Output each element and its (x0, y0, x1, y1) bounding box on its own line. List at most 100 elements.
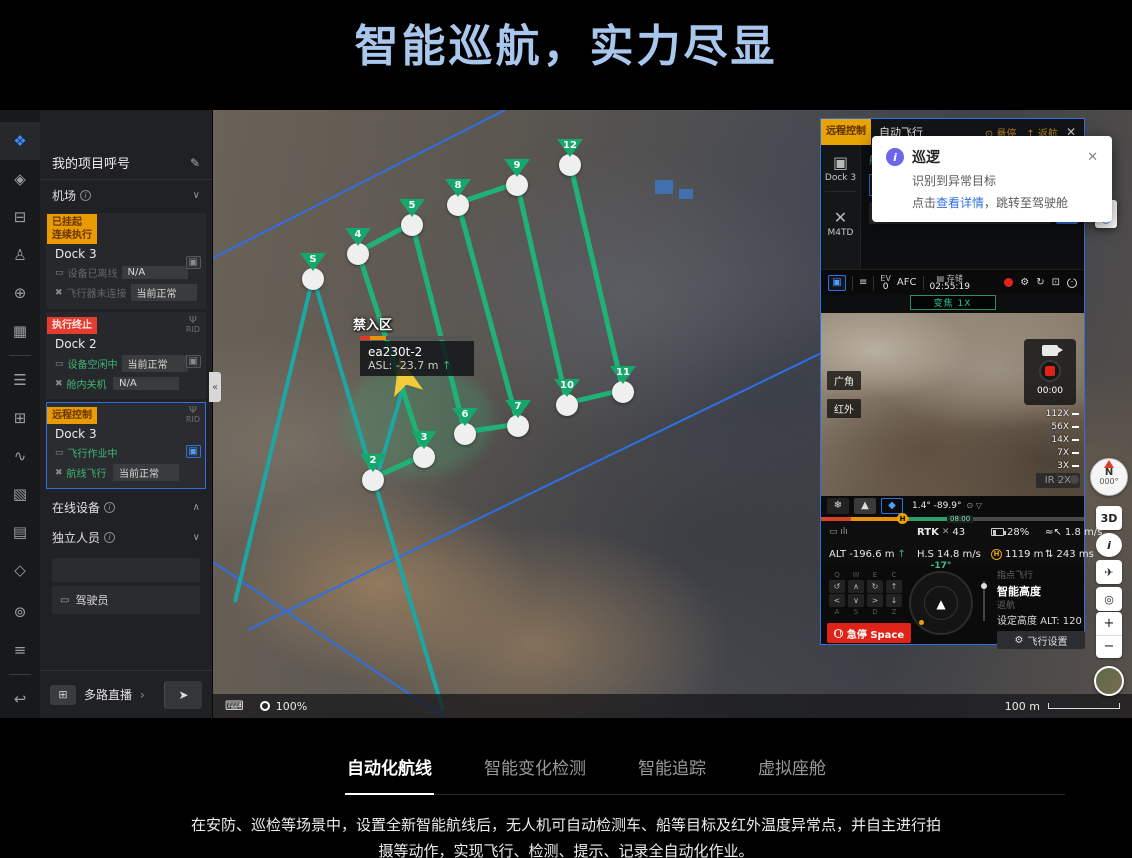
panel-collapse-handle[interactable]: « (209, 372, 221, 402)
map-layer-toggle[interactable] (1094, 666, 1124, 696)
ev-indicator[interactable]: EV 0 (880, 274, 891, 292)
aircraft-device-item[interactable]: ✕ M4TD (821, 200, 860, 238)
zoom-level-3X[interactable]: 3X (1046, 461, 1079, 471)
exit-icon[interactable]: ↩ (0, 680, 40, 718)
monitor-icon: ▭ (55, 448, 64, 458)
section-online-devices[interactable]: 在线设备 i ∧ (40, 492, 212, 522)
payload-icon[interactable]: ⊕ (0, 274, 40, 312)
home-dot (919, 620, 924, 625)
keyboard-icon[interactable]: ⌨ (225, 699, 244, 714)
view-details-link[interactable]: 查看详情 (936, 196, 984, 210)
multicast-label[interactable]: 多路直播 (84, 686, 132, 703)
battery-icon (991, 528, 1004, 536)
status-badge: 远程控制 (47, 407, 97, 424)
rtk-indicator: RTK✕43 (917, 527, 991, 538)
zoom-in-button[interactable]: + (1096, 612, 1122, 636)
mode-smart-height[interactable]: 智能高度 (997, 584, 1084, 599)
pilot-item[interactable]: ▭ 驾驶员 (52, 586, 200, 614)
record-icon[interactable] (1004, 278, 1013, 287)
aircraft-icon[interactable]: ◈ (0, 160, 40, 198)
site-icon[interactable]: ▦ (0, 312, 40, 350)
camera-zoom-button[interactable]: 变焦 1X (910, 295, 996, 310)
drone-tooltip: ea230t-2 ASL: -23.7 m ↑ (360, 341, 474, 376)
gimbal-slider[interactable] (983, 581, 985, 621)
scene-mode-icon[interactable]: ▲ (854, 498, 876, 514)
dock-card-3[interactable]: 远程控制 ΨRID Dock 3 ▭ 飞行作业中 ✖ 航线飞行 当前正常 ▣ (46, 402, 206, 489)
zoom-level-7X[interactable]: 7X (1046, 448, 1079, 458)
record-stop-button[interactable] (1039, 360, 1061, 382)
info-icon: i (80, 190, 91, 201)
pilot-icon[interactable]: ♙ (0, 236, 40, 274)
control-key[interactable]: ↑ (886, 580, 902, 593)
device-log-icon[interactable]: ≡ (0, 631, 40, 669)
map-zoom-indicator[interactable]: 100% (260, 700, 307, 713)
pause-icon: ❙❙ (834, 629, 843, 638)
emergency-stop-button[interactable]: ❙❙ 急停 Space (827, 623, 911, 643)
zoom-level-14X[interactable]: 14X (1046, 435, 1079, 445)
section-airport[interactable]: 机场 i ∨ (40, 180, 212, 210)
infrared-tab[interactable]: 红外 (827, 399, 861, 418)
camera-feed[interactable]: 广角 红外 00:00 112X56X14X7X3X1X IR 2X (821, 313, 1084, 496)
control-key[interactable]: ↓ (886, 594, 902, 607)
afc-indicator[interactable]: AFC (897, 277, 917, 288)
edit-icon[interactable]: ✎ (190, 156, 200, 170)
chevron-right-icon[interactable]: › (140, 688, 145, 702)
dock-icon[interactable]: ⊟ (0, 198, 40, 236)
zoom-level-56X[interactable]: 56X (1046, 422, 1079, 432)
zoom-level-112X[interactable]: 112X (1046, 409, 1079, 419)
map-locate-button[interactable]: ◎ (1096, 587, 1122, 611)
gear-icon[interactable]: ⚙ (1020, 277, 1029, 288)
task-plan-icon[interactable]: ☰ (0, 361, 40, 399)
wide-angle-tab[interactable]: 广角 (827, 371, 861, 390)
tab-智能变化检测[interactable]: 智能变化检测 (482, 748, 588, 794)
dock-card-2[interactable]: 执行终止 ΨRID Dock 2 ▭ 设备空闲中 当前正常 ✖ 舱内关机 N/A… (46, 312, 206, 399)
defog-icon[interactable]: ❄ (827, 498, 849, 514)
section-personnel[interactable]: 独立人员 i ∨ (40, 522, 212, 552)
focus-icon[interactable]: ◆ (881, 498, 903, 514)
report-icon[interactable]: ▤ (0, 513, 40, 551)
sliders-icon[interactable]: ≡ (859, 277, 867, 288)
tab-智能追踪[interactable]: 智能追踪 (636, 748, 708, 794)
attitude-compass[interactable]: ▲ (909, 571, 973, 635)
video-camera-icon[interactable] (1042, 345, 1058, 356)
ir-zoom-chip[interactable]: IR 2X (1036, 473, 1080, 488)
tab-虚拟座舱[interactable]: 虚拟座舱 (756, 748, 828, 794)
schedule-icon[interactable]: ⊞ (0, 399, 40, 437)
close-icon[interactable]: ✕ (1087, 150, 1098, 165)
wind-indicator: ≈↖ 1.8 m/s (1045, 527, 1102, 538)
control-key[interactable]: ↺ (829, 580, 845, 593)
livestream-icon[interactable]: ▣ (186, 445, 201, 458)
refresh-icon[interactable]: ↻ (1036, 277, 1044, 288)
tab-自动化航线[interactable]: 自动化航线 (345, 748, 434, 795)
flight-settings-button[interactable]: ⚙ 飞行设置 (997, 631, 1085, 649)
model-3d-icon[interactable]: ◇ (0, 551, 40, 589)
control-key[interactable]: < (829, 594, 845, 607)
control-key[interactable]: ↻ (867, 580, 883, 593)
map-compass[interactable]: N 000° (1090, 458, 1128, 496)
map-aircraft-button[interactable]: ✈ (1096, 560, 1122, 584)
mode-waypoint[interactable]: 指点飞行 (997, 569, 1084, 584)
control-key[interactable]: > (867, 594, 883, 607)
control-key[interactable]: ∧ (848, 580, 864, 593)
livestream-icon[interactable]: ▣ (186, 256, 201, 269)
rail-divider (9, 674, 31, 675)
livestream-icon[interactable]: ▣ (186, 355, 201, 368)
screen-icon[interactable]: ▣ (828, 275, 846, 291)
control-key[interactable]: ∨ (848, 594, 864, 607)
hspeed-indicator: H.S 14.8 m/s (917, 549, 991, 560)
multicast-grid-icon[interactable]: ⊞ (50, 685, 76, 705)
storage-indicator: ▤ 存储 02:55:19 (930, 274, 970, 292)
personnel-search-input[interactable] (52, 558, 200, 582)
media-icon[interactable]: ▧ (0, 475, 40, 513)
globe-icon[interactable]: ⊚ (0, 593, 40, 631)
gauge-icon: ⊙ ▽ (966, 501, 981, 510)
dock-device-item[interactable]: ▣ Dock 3 (821, 145, 860, 183)
zoom-out-button[interactable]: − (1096, 636, 1122, 659)
mode-return[interactable]: 返航 (997, 599, 1084, 614)
dock-card-1[interactable]: 已挂起 连续执行 Dock 3 ▭ 设备已离线 N/A ✖ 飞行器未连接 当前正… (46, 213, 206, 309)
fly-to-button[interactable]: ➤ (164, 681, 202, 709)
power-icon[interactable] (1067, 278, 1077, 288)
flight-log-icon[interactable]: ∿ (0, 437, 40, 475)
projects-icon[interactable]: ❖ (0, 122, 40, 160)
fullscreen-icon[interactable]: ⊡ (1052, 277, 1060, 288)
